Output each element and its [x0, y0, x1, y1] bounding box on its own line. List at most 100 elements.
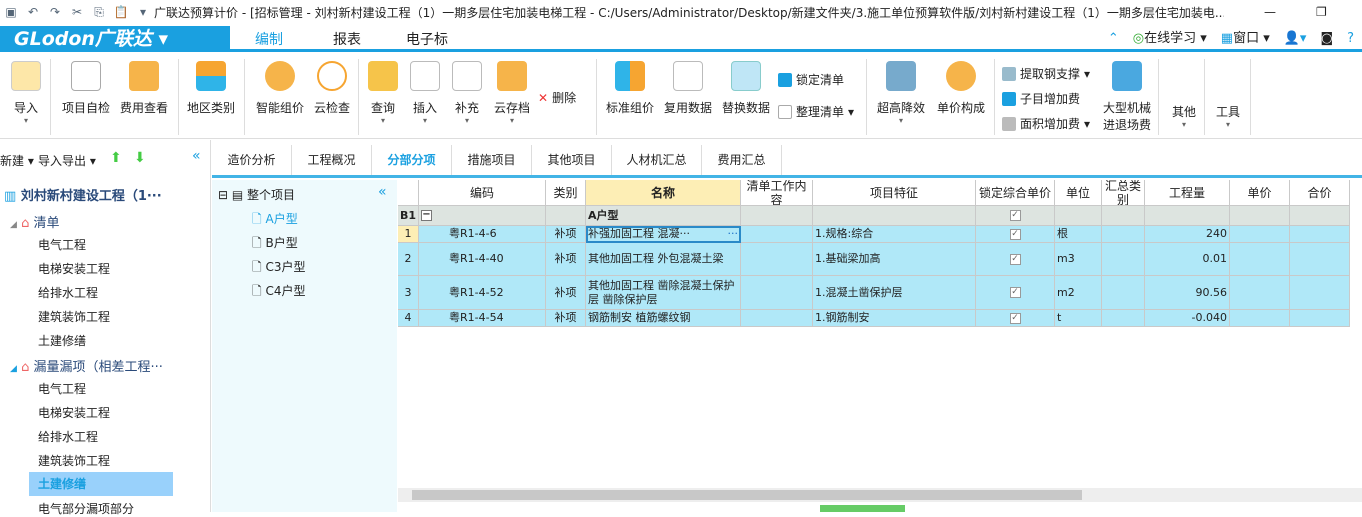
tree-group-list[interactable]: ◢ ⌂ 清单: [10, 212, 59, 231]
tree-item[interactable]: 建筑装饰工程: [38, 452, 110, 469]
import-export-button[interactable]: 导入导出 ▾: [38, 152, 96, 169]
cell-feature[interactable]: 1.混凝土凿保护层: [813, 276, 976, 310]
assistant-icon[interactable]: ◙: [1320, 28, 1333, 50]
group-unit[interactable]: [1055, 206, 1102, 226]
save-icon[interactable]: ▣: [0, 5, 22, 19]
group-quantity[interactable]: [1145, 206, 1230, 226]
cloud-check-button[interactable]: 云检查: [310, 61, 354, 116]
cell-unit[interactable]: 根: [1055, 226, 1102, 243]
cell-summary-type[interactable]: [1102, 276, 1145, 310]
collapse-tree-icon[interactable]: «: [378, 184, 387, 200]
lock-checkbox[interactable]: ✓: [1009, 287, 1021, 298]
collapse-ribbon-icon[interactable]: ⌃: [1108, 28, 1119, 50]
tab-cost-analysis[interactable]: 造价分析: [212, 145, 292, 175]
delete-button[interactable]: ✕ 删除: [538, 89, 576, 106]
customize-icon[interactable]: ▾: [132, 5, 154, 19]
menu-tab-ebid[interactable]: 电子标: [382, 28, 472, 52]
tree-item[interactable]: 给排水工程: [38, 284, 98, 301]
restore-button[interactable]: ❐: [1316, 5, 1327, 19]
self-check-button[interactable]: 项目自检: [58, 61, 114, 116]
cell-name[interactable]: 其他加固工程 凿除混凝土保护层 凿除保护层: [586, 276, 741, 310]
undo-icon[interactable]: ↶: [22, 5, 44, 19]
menu-tab-report[interactable]: 报表: [302, 28, 392, 52]
cell-quantity[interactable]: -0.040: [1145, 310, 1230, 327]
tree-node-selected[interactable]: 🗋 A户型: [252, 210, 298, 231]
sub-fee-button[interactable]: 子目增加费: [1002, 90, 1080, 107]
tree-item[interactable]: 电梯安装工程: [38, 404, 110, 421]
cell-name[interactable]: 其他加固工程 外包混凝土梁: [586, 243, 741, 276]
lock-checkbox[interactable]: ✓: [1009, 253, 1021, 265]
query-button[interactable]: 查询 ▾: [366, 61, 400, 125]
other-button[interactable]: 其他 ▾: [1166, 103, 1202, 129]
tree-item[interactable]: 给排水工程: [38, 428, 98, 445]
help-button[interactable]: ?: [1347, 28, 1354, 50]
header-code[interactable]: 编码: [419, 180, 546, 206]
cell-lock-price[interactable]: ✓: [976, 226, 1055, 243]
group-unit-price[interactable]: [1230, 206, 1290, 226]
header-type[interactable]: 类别: [546, 180, 586, 206]
insert-button[interactable]: 插入 ▾: [408, 61, 442, 125]
header-work-content[interactable]: 清单工作内容: [741, 180, 813, 206]
group-row-no[interactable]: B1: [398, 206, 419, 226]
tree-item[interactable]: 电梯安装工程: [38, 260, 110, 277]
cell-unit[interactable]: m3: [1055, 243, 1102, 276]
replace-data-button[interactable]: 替换数据: [720, 61, 772, 116]
cell-row-no[interactable]: 3: [398, 276, 419, 310]
window-button[interactable]: ▦窗口 ▾: [1221, 28, 1270, 50]
super-high-button[interactable]: 超高降效 ▾: [874, 61, 928, 125]
user-icon[interactable]: 👤▾: [1284, 28, 1307, 50]
supplement-button[interactable]: 补充 ▾: [450, 61, 484, 125]
tab-measures[interactable]: 措施项目: [452, 145, 532, 175]
group-lock-price[interactable]: ✓: [976, 206, 1055, 226]
splitter-handle[interactable]: [820, 505, 905, 512]
header-name[interactable]: 名称: [586, 180, 741, 206]
lock-checkbox[interactable]: ✓: [1009, 312, 1021, 324]
group-type[interactable]: [546, 206, 586, 226]
header-quantity[interactable]: 工程量: [1145, 180, 1230, 206]
header-lock-price[interactable]: 锁定综合单价: [976, 180, 1055, 206]
cell-code[interactable]: 粤R1-4-40: [419, 243, 546, 276]
cell-lock-price[interactable]: ✓: [976, 310, 1055, 327]
tree-node[interactable]: 🗋 C4户型: [252, 282, 306, 303]
steel-support-button[interactable]: 提取钢支撑 ▾: [1002, 65, 1090, 82]
cell-unit-price[interactable]: [1230, 276, 1290, 310]
cell-row-no[interactable]: 1: [398, 226, 419, 243]
cell-summary-type[interactable]: [1102, 226, 1145, 243]
region-button[interactable]: 地区类别: [184, 61, 238, 116]
cell-quantity[interactable]: 90.56: [1145, 276, 1230, 310]
smart-price-button[interactable]: 智能组价: [252, 61, 308, 116]
cell-row-no[interactable]: 4: [398, 310, 419, 327]
group-total[interactable]: [1290, 206, 1350, 226]
tree-item-selected[interactable]: 土建修缮: [29, 472, 173, 496]
lock-checkbox[interactable]: ✓: [1009, 228, 1021, 240]
fee-view-button[interactable]: 费用查看: [116, 61, 172, 116]
cut-icon[interactable]: ✂: [66, 5, 88, 19]
move-down-icon[interactable]: ⬇: [134, 150, 146, 166]
reuse-data-button[interactable]: 复用数据: [662, 61, 714, 116]
machine-fee-button[interactable]: 大型机械 进退场费: [1100, 61, 1154, 133]
cell-total[interactable]: [1290, 226, 1350, 243]
cell-unit-price[interactable]: [1230, 226, 1290, 243]
cell-unit-price[interactable]: [1230, 243, 1290, 276]
cell-feature[interactable]: 1.基础梁加高: [813, 243, 976, 276]
cell-unit[interactable]: t: [1055, 310, 1102, 327]
tools-button[interactable]: 工具 ▾: [1210, 103, 1246, 129]
tree-item[interactable]: 土建修缮: [38, 332, 86, 349]
tree-item[interactable]: 电气工程: [38, 380, 86, 397]
group-name[interactable]: A户型: [586, 206, 741, 226]
cell-work-content[interactable]: [741, 243, 813, 276]
horizontal-scrollbar[interactable]: [398, 488, 1362, 502]
online-learning-button[interactable]: ◎在线学习 ▾: [1133, 28, 1207, 50]
collapse-icon[interactable]: −: [421, 210, 432, 221]
cell-work-content[interactable]: [741, 310, 813, 327]
lock-checkbox[interactable]: ✓: [1009, 210, 1021, 221]
header-row-no[interactable]: [398, 180, 419, 206]
paste-icon[interactable]: 📋: [110, 5, 132, 19]
tree-item[interactable]: 电气部分漏项部分: [38, 500, 134, 517]
scrollbar-thumb[interactable]: [412, 490, 1082, 500]
group-summary-type[interactable]: [1102, 206, 1145, 226]
cell-code[interactable]: 粤R1-4-6: [419, 226, 546, 243]
unit-price-button[interactable]: 单价构成: [934, 61, 988, 116]
cell-type[interactable]: 补项: [546, 310, 586, 327]
tree-node[interactable]: 🗋 C3户型: [252, 258, 306, 279]
